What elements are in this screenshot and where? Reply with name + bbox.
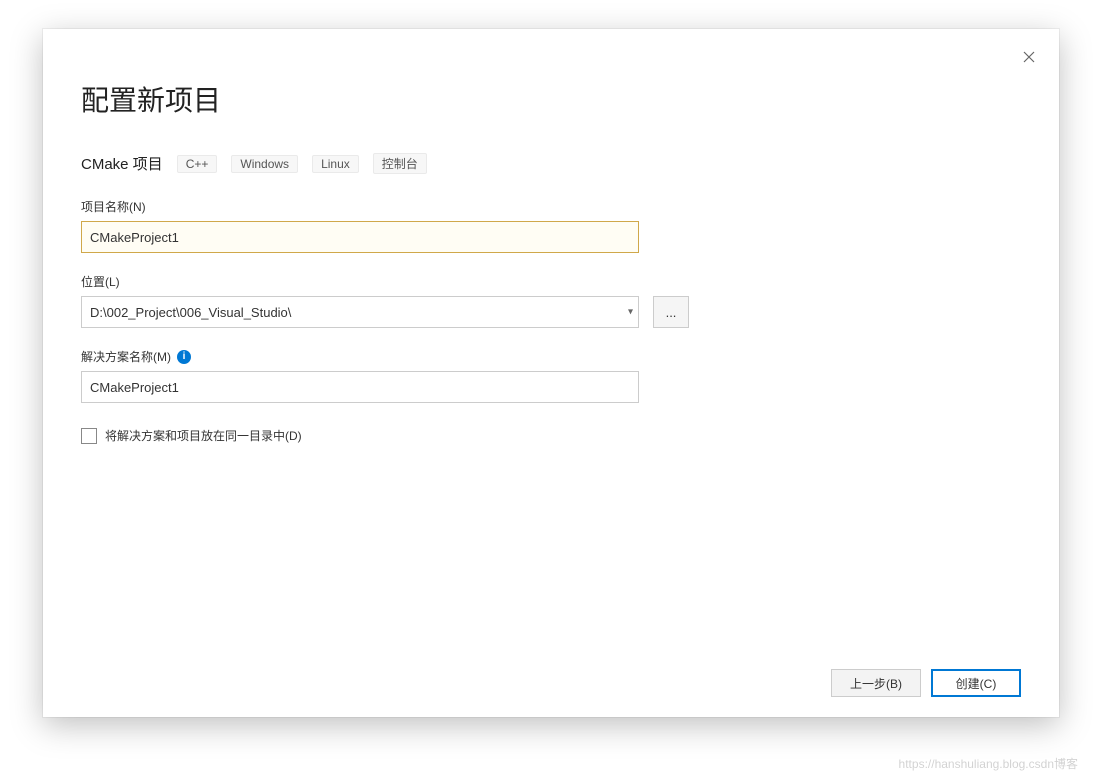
solution-name-label-text: 解决方案名称(M)	[81, 348, 171, 365]
info-icon[interactable]: i	[177, 350, 191, 364]
project-type-label: CMake 项目	[81, 153, 163, 174]
configure-project-dialog: 配置新项目 CMake 项目 C++ Windows Linux 控制台 项目名…	[43, 29, 1059, 717]
location-group: 位置(L) ▾ ...	[81, 273, 1021, 328]
solution-name-label: 解决方案名称(M) i	[81, 348, 1021, 365]
same-directory-label: 将解决方案和项目放在同一目录中(D)	[105, 427, 302, 444]
solution-name-group: 解决方案名称(M) i	[81, 348, 1021, 403]
tag-console: 控制台	[373, 153, 427, 174]
close-icon	[1023, 51, 1035, 63]
location-dropdown[interactable]: ▾	[81, 296, 639, 328]
watermark-text: https://hanshuliang.blog.csdn博客	[899, 755, 1078, 772]
project-name-input[interactable]	[81, 221, 639, 253]
tag-windows: Windows	[231, 155, 298, 173]
back-button[interactable]: 上一步(B)	[831, 669, 921, 697]
tag-linux: Linux	[312, 155, 359, 173]
tag-cpp: C++	[177, 155, 218, 173]
location-input[interactable]	[81, 296, 639, 328]
same-directory-checkbox[interactable]	[81, 428, 97, 444]
dialog-footer: 上一步(B) 创建(C)	[81, 649, 1021, 697]
location-label: 位置(L)	[81, 273, 1021, 290]
create-button[interactable]: 创建(C)	[931, 669, 1021, 697]
browse-button[interactable]: ...	[653, 296, 689, 328]
project-type-row: CMake 项目 C++ Windows Linux 控制台	[81, 153, 1021, 174]
project-name-group: 项目名称(N)	[81, 198, 1021, 253]
close-button[interactable]	[1017, 45, 1041, 69]
project-name-label: 项目名称(N)	[81, 198, 1021, 215]
solution-name-input[interactable]	[81, 371, 639, 403]
page-title: 配置新项目	[81, 79, 1021, 119]
same-directory-row: 将解决方案和项目放在同一目录中(D)	[81, 427, 1021, 444]
